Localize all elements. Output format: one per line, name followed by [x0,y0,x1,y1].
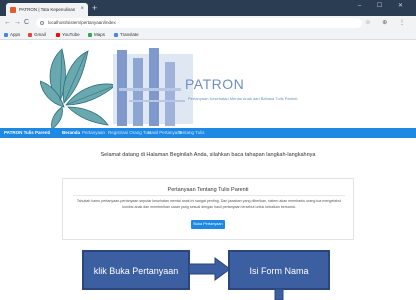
right-arrow-icon [189,257,231,281]
browser-tab[interactable]: PATRON | Tata Kepenulisan × [6,3,88,16]
apps-icon [4,32,8,37]
back-icon[interactable]: ← [4,18,11,28]
info-card: Pertanyaan Tentang Tulis Parenti Tahukah… [62,178,354,240]
card-description: Tahukah kamu pertanyaan-pertanyaan seput… [76,199,342,209]
forward-icon[interactable]: → [14,18,21,28]
tab-title: PATRON | Tata Kepenulisan [19,7,76,12]
bookmark-gmail[interactable]: Gmail [28,30,46,40]
maps-icon [88,32,92,37]
browser-toolbar: ← → C localhost/sistem/pertanyaan/index … [0,16,416,30]
new-tab-button[interactable]: + [92,3,97,14]
browser-tab-bar: PATRON | Tata Kepenulisan × + – ☐ ✕ [0,0,416,16]
nav-item-registrasi[interactable]: Registrasi Orang Tua [108,128,151,138]
favicon-icon [10,7,16,13]
address-bar[interactable]: localhost/sistem/pertanyaan/index [36,18,362,28]
nav-item-tentang[interactable]: Tentang Tulis [178,128,205,138]
open-questionnaire-button[interactable]: Buka Pertanyaan [191,220,225,229]
close-tab-icon[interactable]: × [80,3,84,16]
down-arrow-icon [274,289,284,300]
youtube-icon [56,32,60,37]
bookmarks-bar: Apps Gmail YouTube Maps Translate [0,30,416,40]
page-header: PATRON Pertanyaan Kesehatan Mental Anak … [0,41,416,129]
bookmark-youtube[interactable]: YouTube [56,30,80,40]
welcome-text: Selamat datang di Halaman Beginilah Anda… [100,152,316,158]
window-controls[interactable]: – ☐ ✕ [358,2,410,9]
main-navbar: PATRON Tulis Parenti Beranda Pertanyaan … [0,128,416,138]
card-title: Pertanyaan Tentang Tulis Parenti [167,187,249,193]
bookmark-maps[interactable]: Maps [88,30,105,40]
nav-item-beranda[interactable]: Beranda [62,128,80,138]
toolbar-actions[interactable]: ☆ ⊕ ⋮ [365,18,410,28]
flow-step-2: Isi Form Nama [228,250,330,290]
reload-icon[interactable]: C [24,18,29,28]
card-divider [73,195,345,196]
bookmark-translate[interactable]: Translate [114,30,139,40]
brand-tagline: Pertanyaan Kesehatan Mental Anak dari Ba… [188,96,298,101]
nav-brand[interactable]: PATRON Tulis Parenti [4,128,50,138]
bookmark-apps[interactable]: Apps [4,30,20,40]
translate-icon [114,32,118,37]
info-icon [40,21,44,25]
url-text: localhost/sistem/pertanyaan/index [48,20,116,25]
flow-step-1: klik Buka Pertanyaan [82,250,190,290]
nav-item-pertanyaan[interactable]: Pertanyaan [82,128,105,138]
brand-title: PATRON [185,76,245,92]
gmail-icon [28,32,32,37]
